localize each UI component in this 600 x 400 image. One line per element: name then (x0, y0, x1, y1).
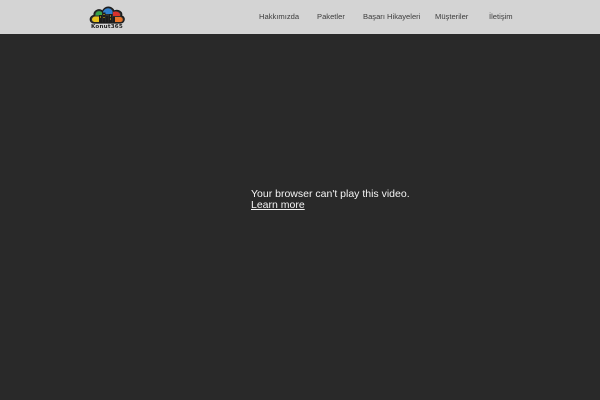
video-player[interactable]: Your browser can't play this video. Lear… (0, 34, 600, 400)
nav-link-musteriler[interactable]: Müşteriler (435, 12, 468, 22)
logo-wordmark: Konut365 (91, 24, 123, 30)
cloud-city-logo-icon (89, 6, 125, 24)
nav-link-basari-hikayeleri[interactable]: Başarı Hikayeleri (363, 12, 420, 22)
learn-more-link[interactable]: Learn more (251, 200, 305, 211)
site-header: Konut365 Hakkımızda Paketler Başarı Hika… (0, 0, 600, 34)
nav-link-iletisim[interactable]: İletişim (489, 12, 513, 22)
page: Konut365 Hakkımızda Paketler Başarı Hika… (0, 0, 600, 400)
nav-link-paketler[interactable]: Paketler (317, 12, 345, 22)
site-logo[interactable]: Konut365 (88, 3, 126, 33)
nav-link-hakkimizda[interactable]: Hakkımızda (259, 12, 299, 22)
